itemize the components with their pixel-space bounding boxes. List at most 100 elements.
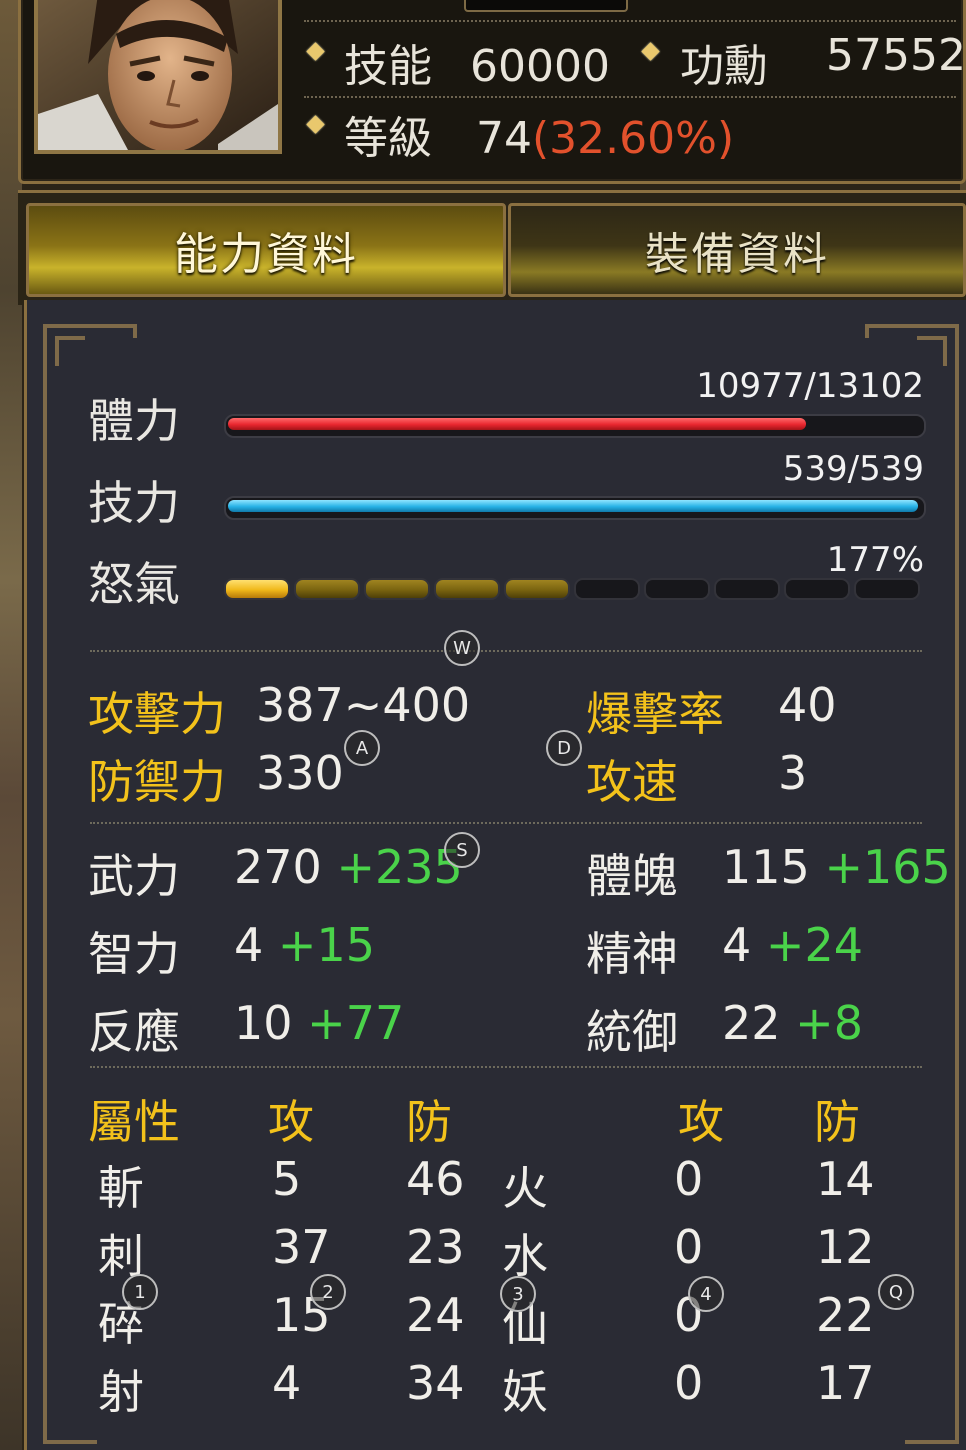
element-right-def: 17	[816, 1356, 875, 1410]
mp-label: 技力	[88, 476, 180, 530]
attr-reflex-label: 反應	[88, 1005, 180, 1059]
attr-reflex-value: 10 +77	[234, 996, 405, 1050]
key-hint-w: W	[444, 630, 480, 666]
skill-value: 60000	[470, 41, 610, 92]
attr-spirit-label: 精神	[586, 927, 678, 981]
merit-row: 功勳	[680, 30, 768, 94]
rage-segment	[784, 578, 850, 600]
element-right-def: 22	[816, 1288, 875, 1342]
tab-equipment-info-label: 裝備資料	[645, 229, 829, 280]
defense-label: 防禦力	[88, 755, 226, 809]
crit-label: 爆擊率	[586, 687, 724, 741]
fret-corner-ornament	[865, 324, 909, 338]
fret-corner-ornament	[55, 336, 85, 366]
hp-bar	[224, 414, 926, 438]
rage-segment	[504, 578, 570, 600]
hp-label: 體力	[88, 394, 180, 448]
attr-int-label: 智力	[88, 927, 180, 981]
key-hint-3: 3	[500, 1276, 536, 1312]
rage-segment	[434, 578, 500, 600]
element-right-def: 14	[816, 1152, 875, 1206]
element-right-name: 水	[502, 1229, 548, 1283]
fret-right-line	[955, 374, 959, 1404]
element-left-atk: 5	[272, 1152, 302, 1206]
attr-str-label: 武力	[88, 849, 180, 903]
element-atk-header-2: 攻	[678, 1095, 724, 1149]
mp-bar-fill	[228, 500, 918, 512]
element-header-label: 屬性	[88, 1095, 180, 1149]
level-row: 等級 74(32.60%)	[344, 102, 734, 166]
rage-segment	[294, 578, 360, 600]
key-hint-1: 1	[122, 1274, 158, 1310]
skill-points-row: 技能 60000	[344, 30, 610, 94]
skill-label: 技能	[344, 41, 432, 92]
fret-corner-ornament	[917, 336, 947, 366]
defense-value: 330	[256, 746, 344, 800]
element-left-name: 射	[98, 1365, 144, 1419]
section-divider	[90, 650, 922, 652]
attr-body-label: 體魄	[586, 849, 678, 903]
fret-corner-ornament	[905, 1400, 959, 1444]
fret-corner-ornament	[43, 1400, 97, 1444]
attr-command-value: 22 +8	[722, 996, 863, 1050]
key-hint-s: S	[444, 832, 480, 868]
rage-segment	[364, 578, 430, 600]
attr-command-label: 統御	[586, 1005, 678, 1059]
level-value: 74	[476, 113, 532, 164]
attack-speed-value: 3	[778, 746, 808, 800]
character-portrait	[34, 0, 282, 154]
element-left-atk: 37	[272, 1220, 331, 1274]
tab-equipment-info[interactable]: 裝備資料	[508, 203, 966, 297]
merit-label: 功勳	[680, 41, 768, 92]
key-hint-q: Q	[878, 1274, 914, 1310]
section-divider	[90, 822, 922, 824]
tab-strip: 能力資料 裝備資料	[18, 190, 966, 305]
hp-value: 10977/13102	[696, 366, 924, 406]
element-left-def: 34	[406, 1356, 465, 1410]
tab-ability-info[interactable]: 能力資料	[26, 203, 506, 297]
section-divider	[90, 1066, 922, 1068]
rage-segment	[854, 578, 920, 600]
level-percent: (32.60%)	[532, 113, 735, 164]
tab-ability-info-label: 能力資料	[174, 229, 358, 280]
key-hint-4: 4	[688, 1276, 724, 1312]
element-left-def: 23	[406, 1220, 465, 1274]
attack-value: 387~400	[256, 678, 471, 732]
header-divider-1	[304, 20, 956, 22]
crit-value: 40	[778, 678, 837, 732]
rage-label: 怒氣	[88, 557, 180, 611]
header-divider-2	[304, 96, 956, 98]
element-right-atk: 0	[674, 1220, 704, 1274]
rage-value: 177%	[826, 540, 924, 580]
fret-left-line	[43, 374, 47, 1404]
element-left-name: 斬	[98, 1161, 144, 1215]
attr-str-value: 270 +235	[234, 840, 463, 894]
key-hint-a: A	[344, 730, 380, 766]
element-left-atk: 4	[272, 1356, 302, 1410]
element-atk-header: 攻	[268, 1095, 314, 1149]
attr-spirit-value: 4 +24	[722, 918, 863, 972]
attr-int-value: 4 +15	[234, 918, 375, 972]
element-def-header-2: 防	[814, 1095, 860, 1149]
mp-value: 539/539	[782, 449, 924, 489]
element-def-header: 防	[406, 1095, 452, 1149]
rage-segment	[714, 578, 780, 600]
element-right-atk: 0	[674, 1152, 704, 1206]
key-hint-2: 2	[310, 1274, 346, 1310]
hp-bar-fill	[228, 418, 806, 430]
rage-segment	[574, 578, 640, 600]
attack-label: 攻擊力	[88, 687, 226, 741]
element-left-def: 24	[406, 1288, 465, 1342]
element-right-name: 妖	[502, 1365, 548, 1419]
mp-bar	[224, 496, 926, 520]
element-right-name: 火	[502, 1161, 548, 1215]
level-label: 等級	[344, 113, 432, 164]
merit-value: 57552	[826, 30, 966, 81]
element-right-def: 12	[816, 1220, 875, 1274]
key-hint-d: D	[546, 730, 582, 766]
element-left-def: 46	[406, 1152, 465, 1206]
rage-segment	[644, 578, 710, 600]
fret-corner-ornament	[93, 324, 137, 338]
element-right-atk: 0	[674, 1356, 704, 1410]
name-tag-box	[464, 0, 628, 12]
